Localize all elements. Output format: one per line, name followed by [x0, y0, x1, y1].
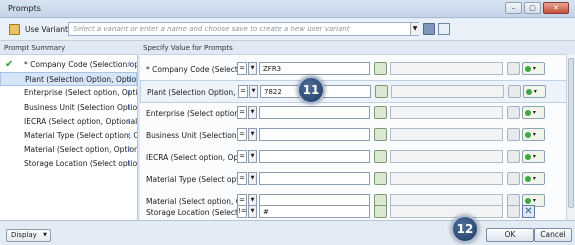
value-to-help-icon[interactable]: [507, 62, 520, 75]
prompt-row-material-type: Material Type (Select option, O = ▼ ▾: [140, 168, 572, 191]
operator-field[interactable]: =: [237, 128, 247, 141]
prompt-item-storage-location[interactable]: Storage Location (Select option, O ♯: [0, 157, 137, 171]
options-button[interactable]: ▾: [522, 128, 545, 141]
maximize-button[interactable]: ▢: [524, 2, 541, 14]
value-to-help-icon[interactable]: [507, 106, 520, 119]
prompt-item-material-type[interactable]: Material Type (Select option, Optio ♯: [0, 129, 137, 143]
value-help-icon[interactable]: [375, 85, 388, 98]
prompt-summary-list: ✔ * Company Code (Selection option ♯ Pla…: [0, 54, 138, 220]
operator-field[interactable]: =: [238, 85, 248, 98]
value-help-icon[interactable]: [374, 205, 387, 218]
window-controls: – ▢ ✕: [505, 2, 569, 14]
value-to-help-icon[interactable]: [507, 150, 520, 163]
variant-dropdown-icon[interactable]: ▼: [410, 23, 419, 35]
operator-dropdown-icon[interactable]: ▼: [248, 128, 257, 141]
value-to-input[interactable]: [390, 172, 503, 185]
value-help-icon[interactable]: [374, 172, 387, 185]
value-input[interactable]: [259, 172, 370, 185]
prompt-item-company-code[interactable]: ✔ * Company Code (Selection option ♯: [0, 58, 137, 72]
pin-icon: ♯: [127, 88, 131, 97]
operator-dropdown-icon[interactable]: ▼: [248, 62, 257, 75]
operator-dropdown-icon[interactable]: ▼: [248, 205, 257, 218]
pin-icon: ♯: [127, 145, 131, 154]
options-button[interactable]: ▾: [523, 85, 546, 98]
specify-values-header: Specify Value for Prompts: [143, 44, 233, 52]
prompt-row-company-code: * Company Code (Selection op = ▼ ZFR3 ▾: [140, 58, 572, 81]
operator-field[interactable]: =: [237, 172, 247, 185]
pin-icon: ♯: [127, 60, 131, 69]
value-input[interactable]: [259, 128, 370, 141]
use-variant-label: Use Variant: [25, 25, 68, 34]
value-input[interactable]: [259, 150, 370, 163]
display-dropdown[interactable]: Display ▼: [6, 229, 51, 242]
operator-dropdown-icon[interactable]: ▼: [248, 172, 257, 185]
check-icon: ✔: [5, 59, 14, 70]
value-to-input[interactable]: [391, 85, 504, 98]
options-button[interactable]: ▾: [522, 150, 545, 163]
value-to-input[interactable]: [390, 128, 503, 141]
value-help-icon[interactable]: [374, 128, 387, 141]
scrollbar-thumb[interactable]: [568, 58, 574, 208]
value-input[interactable]: #: [259, 205, 370, 218]
prompt-item-business-unit[interactable]: Business Unit (Selection Option, O ♯: [0, 101, 137, 115]
prompt-item-enterprise[interactable]: Enterprise (Select option, Optional ♯: [0, 86, 137, 100]
prompt-row-plant: Plant (Selection Option, Option = ▼ 7822…: [140, 80, 572, 103]
cancel-button[interactable]: Cancel: [534, 228, 572, 242]
pin-icon: ♯: [127, 159, 131, 168]
operator-field[interactable]: =: [237, 62, 247, 75]
title-bar: Prompts – ▢ ✕: [0, 0, 575, 18]
value-input[interactable]: ZFR3: [259, 62, 370, 75]
value-to-help-icon[interactable]: [507, 205, 520, 218]
prompt-row-iecra: IECRA (Select option, Optional = ▼ ▾: [140, 146, 572, 169]
operator-field[interactable]: !=: [237, 205, 247, 218]
value-help-icon[interactable]: [374, 62, 387, 75]
prompt-item-plant[interactable]: Plant (Selection Option, Optional): ♯: [0, 72, 137, 86]
callout-12: 12: [451, 215, 479, 243]
value-to-help-icon[interactable]: [507, 172, 520, 185]
callout-11: 11: [297, 76, 325, 104]
pin-icon: ♯: [127, 103, 131, 112]
prompt-item-iecra[interactable]: IECRA (Select option, Optional): ♯: [0, 115, 137, 129]
value-to-input[interactable]: [390, 106, 503, 119]
value-to-input[interactable]: [390, 62, 503, 75]
value-help-icon[interactable]: [374, 106, 387, 119]
options-button[interactable]: ▾: [522, 62, 545, 75]
prompt-row-business-unit: Business Unit (Selection Optio = ▼ ▾: [140, 124, 572, 147]
minimize-button[interactable]: –: [505, 2, 522, 14]
chevron-down-icon: ▼: [43, 232, 47, 238]
value-to-help-icon[interactable]: [508, 85, 521, 98]
close-button[interactable]: ✕: [543, 2, 569, 14]
button-bar: Display ▼ OK Cancel: [0, 220, 575, 245]
operator-dropdown-icon[interactable]: ▼: [248, 150, 257, 163]
pin-icon: ♯: [128, 75, 132, 84]
pin-icon: ♯: [127, 131, 131, 140]
window-title: Prompts: [8, 4, 41, 13]
operator-field[interactable]: =: [237, 106, 247, 119]
values-panel: * Company Code (Selection op = ▼ ZFR3 ▾ …: [140, 54, 575, 220]
value-help-icon[interactable]: [374, 150, 387, 163]
value-to-input[interactable]: [390, 205, 503, 218]
manage-variants-icon[interactable]: [438, 23, 450, 35]
operator-dropdown-icon[interactable]: ▼: [249, 85, 258, 98]
value-to-input[interactable]: [390, 150, 503, 163]
variant-icon: [9, 24, 20, 35]
save-variant-icon[interactable]: [423, 23, 435, 35]
operator-dropdown-icon[interactable]: ▼: [248, 106, 257, 119]
operator-field[interactable]: =: [237, 150, 247, 163]
variant-bar: Use Variant Select a variant or enter a …: [0, 19, 575, 41]
prompt-item-material[interactable]: Material (Select option, Optional): ♯: [0, 143, 137, 157]
options-button[interactable]: ▾: [522, 106, 545, 119]
value-to-help-icon[interactable]: [507, 128, 520, 141]
prompt-row-enterprise: Enterprise (Select option, Opti = ▼ ▾: [140, 102, 572, 125]
variant-input[interactable]: Select a variant or enter a name and cho…: [68, 22, 419, 36]
storage-location-row: Storage Location (Select optio != ▼ # ✕: [140, 205, 566, 220]
ok-button[interactable]: OK: [486, 228, 534, 242]
scrollbar[interactable]: [566, 54, 575, 220]
delete-icon[interactable]: ✕: [522, 205, 535, 218]
options-button[interactable]: ▾: [522, 172, 545, 185]
pin-icon: ♯: [127, 117, 131, 126]
value-input[interactable]: [259, 106, 370, 119]
prompt-summary-header: Prompt Summary: [4, 44, 66, 52]
